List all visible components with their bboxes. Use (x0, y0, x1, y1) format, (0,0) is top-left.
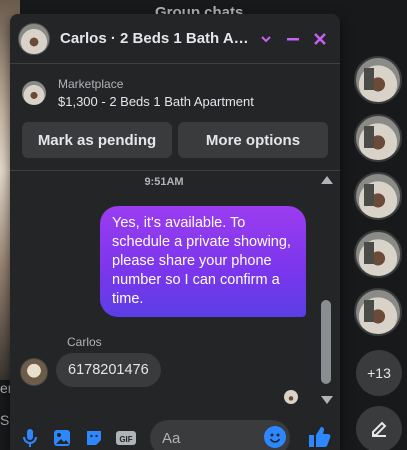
minimize-icon[interactable] (281, 27, 304, 51)
close-icon[interactable] (309, 27, 332, 51)
message-composer: GIF (10, 420, 340, 450)
scroll-down-arrow-icon[interactable] (321, 396, 333, 404)
sender-avatar[interactable] (20, 358, 48, 386)
listing-title: $1,300 - 2 Beds 1 Bath Apartment (58, 94, 254, 109)
chat-head-avatar[interactable] (354, 230, 402, 278)
chat-head-avatar[interactable] (354, 56, 402, 104)
divider (10, 170, 340, 171)
image-icon[interactable] (50, 426, 74, 450)
microphone-icon[interactable] (18, 426, 42, 450)
listing-label: Marketplace (58, 77, 124, 91)
scroll-thumb[interactable] (321, 300, 331, 384)
chat-window: Carlos · 2 Beds 1 Bath Apar... Marketpla… (10, 14, 340, 450)
marketplace-listing[interactable]: Marketplace $1,300 - 2 Beds 1 Bath Apart… (10, 64, 340, 122)
chat-head-avatar[interactable] (354, 114, 402, 162)
chat-heads-dock (354, 56, 404, 346)
new-message-button[interactable] (356, 406, 402, 450)
gif-icon[interactable]: GIF (114, 426, 138, 450)
chat-header: Carlos · 2 Beds 1 Bath Apar... (10, 14, 340, 64)
more-options-button[interactable]: More options (178, 122, 328, 158)
contact-avatar[interactable] (18, 22, 50, 55)
thumbs-up-icon[interactable] (306, 424, 332, 450)
seen-receipt-avatar (284, 390, 298, 404)
chat-title[interactable]: Carlos · 2 Beds 1 Bath Apar... (60, 30, 250, 47)
more-chats-count: +13 (367, 365, 391, 381)
message-list: 9:51AM Yes, it's available. To schedule … (10, 172, 318, 408)
emoji-icon[interactable] (264, 426, 286, 448)
chat-head-avatar[interactable] (354, 172, 402, 220)
message-scrollbar[interactable] (318, 172, 334, 408)
chat-head-avatar[interactable] (354, 288, 402, 336)
listing-thumbnail (22, 81, 46, 105)
message-timestamp: 9:51AM (144, 176, 184, 188)
incoming-message[interactable]: 6178201476 (56, 353, 161, 387)
chevron-down-icon[interactable] (254, 27, 277, 51)
sticker-icon[interactable] (82, 426, 106, 450)
sender-name: Carlos (67, 335, 102, 349)
mark-as-pending-button[interactable]: Mark as pending (22, 122, 172, 158)
listing-actions: Mark as pending More options (10, 122, 340, 158)
outgoing-message[interactable]: Yes, it's available. To schedule a priva… (100, 206, 306, 317)
more-chats-button[interactable]: +13 (356, 350, 402, 396)
compose-icon (372, 421, 387, 437)
scroll-up-arrow-icon[interactable] (321, 176, 333, 184)
svg-text:GIF: GIF (119, 435, 132, 444)
